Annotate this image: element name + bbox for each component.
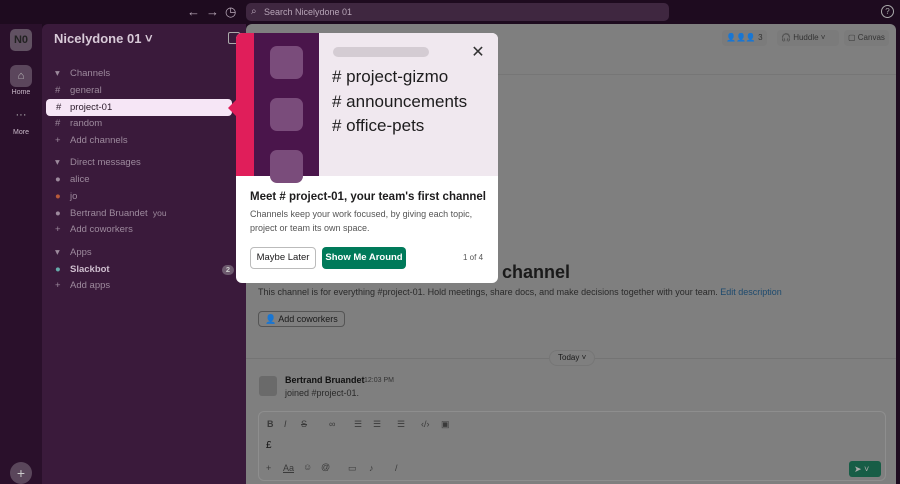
link-icon[interactable]: ∞ xyxy=(329,419,335,429)
illustration-tile xyxy=(270,98,303,131)
code-icon[interactable]: ‹/› xyxy=(421,419,430,429)
mic-icon[interactable]: ♪ xyxy=(369,463,374,473)
shortcuts-icon[interactable]: / xyxy=(395,463,398,473)
back-button[interactable]: ← xyxy=(187,4,200,19)
maybe-later-button[interactable]: Maybe Later xyxy=(250,247,316,269)
canvas-button[interactable]: ▢ Canvas xyxy=(844,30,889,46)
channels-header[interactable]: ▾ Channels xyxy=(55,66,240,82)
ordered-list-icon[interactable]: ☰ xyxy=(354,419,362,430)
more-label: More xyxy=(13,129,29,136)
blockquote-icon[interactable]: ☰ xyxy=(397,419,405,430)
message-composer[interactable]: B I S ∞ ☰ ☰ ☰ ‹/› ▣ £ + Aa ☺ @ ▭ ♪ / ➤ ˅ xyxy=(258,411,886,481)
illustration-tile xyxy=(270,46,303,79)
dm-bertrand[interactable]: ● Bertrand Bruandet you xyxy=(55,205,240,221)
illustration-channel: # office-pets xyxy=(332,116,425,135)
step-counter: 1 of 4 xyxy=(463,253,484,262)
avatar[interactable] xyxy=(259,376,277,396)
date-divider[interactable]: Today ˅ xyxy=(549,350,596,366)
edit-description-link[interactable]: Edit description xyxy=(720,287,782,297)
members-button[interactable]: 👤👤👤 3 xyxy=(722,30,767,46)
message-text: joined #project-01. xyxy=(285,388,360,398)
sidebar-item-random[interactable]: # random xyxy=(55,116,240,132)
avatar: ● xyxy=(55,208,61,219)
popover-pointer xyxy=(228,100,236,116)
illustration-tile xyxy=(270,150,303,183)
strikethrough-icon[interactable]: S xyxy=(301,419,307,429)
add-channels-button[interactable]: + Add channels xyxy=(55,133,240,149)
show-me-around-button[interactable]: Show Me Around xyxy=(322,247,406,269)
forward-button[interactable]: → xyxy=(206,4,219,19)
history-button[interactable]: ◷ xyxy=(225,4,236,20)
illustration-channel: # announcements xyxy=(332,92,468,111)
apps-header[interactable]: ▾ Apps xyxy=(55,245,240,261)
dm-jo[interactable]: ● jo xyxy=(55,189,240,205)
popover-title: Meet # project-01, your team's first cha… xyxy=(250,191,487,203)
add-workspace-button[interactable]: + xyxy=(10,462,32,484)
unread-badge: 2 xyxy=(221,265,234,275)
home-label: Home xyxy=(11,89,31,96)
popover-description: Channels keep your work focused, by givi… xyxy=(250,209,473,233)
home-icon[interactable]: ⌂ xyxy=(10,65,32,87)
workspace-name[interactable]: Nicelydone 01 ˅ xyxy=(54,31,153,46)
add-coworkers-intro-button[interactable]: 👤 Add coworkers xyxy=(258,311,345,327)
code-block-icon[interactable]: ▣ xyxy=(441,419,450,430)
format-icon[interactable]: Aa xyxy=(283,463,294,473)
mention-icon[interactable]: @ xyxy=(321,462,330,472)
add-coworkers-button[interactable]: + Add coworkers xyxy=(55,222,240,238)
send-button[interactable]: ➤ ˅ xyxy=(849,461,881,477)
search-icon: ⌕ xyxy=(251,6,257,17)
huddle-button[interactable]: 🎧 Huddle ˅ xyxy=(777,30,839,46)
message-author[interactable]: Bertrand Bruandet xyxy=(285,375,365,385)
plus-icon[interactable]: + xyxy=(266,463,271,473)
search-input[interactable]: ⌕ Search Nicelydone 01 xyxy=(246,3,669,21)
bold-icon[interactable]: B xyxy=(267,419,274,429)
illustration-accent xyxy=(236,33,254,176)
dm-header[interactable]: ▾ Direct messages xyxy=(55,155,240,171)
message-time[interactable]: 12:03 PM xyxy=(364,377,394,384)
workspace-switcher[interactable]: N0 xyxy=(10,29,32,51)
intro-desc: This channel is for everything #project-… xyxy=(258,287,782,297)
illustration-bar xyxy=(333,47,429,57)
onboarding-popover: # project-gizmo # announcements # office… xyxy=(236,33,498,283)
italic-icon[interactable]: I xyxy=(284,419,287,429)
dm-alice[interactable]: ● alice xyxy=(55,172,240,188)
illustration-channel: # project-gizmo xyxy=(332,67,449,86)
avatar: ● xyxy=(55,174,61,185)
close-icon[interactable]: ✕ xyxy=(466,43,490,63)
sidebar-item-general[interactable]: # general xyxy=(55,83,240,99)
intro-title: channel xyxy=(502,262,571,282)
video-icon[interactable]: ▭ xyxy=(348,463,357,474)
help-icon[interactable]: ? xyxy=(881,5,894,18)
sidebar-item-project-01[interactable]: # project-01 xyxy=(46,99,232,116)
composer-input[interactable]: £ xyxy=(266,440,272,451)
search-placeholder: Search Nicelydone 01 xyxy=(264,7,353,17)
app-slackbot[interactable]: ● Slackbot 2 xyxy=(55,262,240,278)
more-icon[interactable]: ··· xyxy=(10,104,32,126)
emoji-icon[interactable]: ☺ xyxy=(303,462,312,472)
slackbot-icon: ● xyxy=(55,264,61,275)
add-apps-button[interactable]: + Add apps xyxy=(55,278,240,294)
bullet-list-icon[interactable]: ☰ xyxy=(373,419,381,430)
avatar: ● xyxy=(55,191,61,202)
